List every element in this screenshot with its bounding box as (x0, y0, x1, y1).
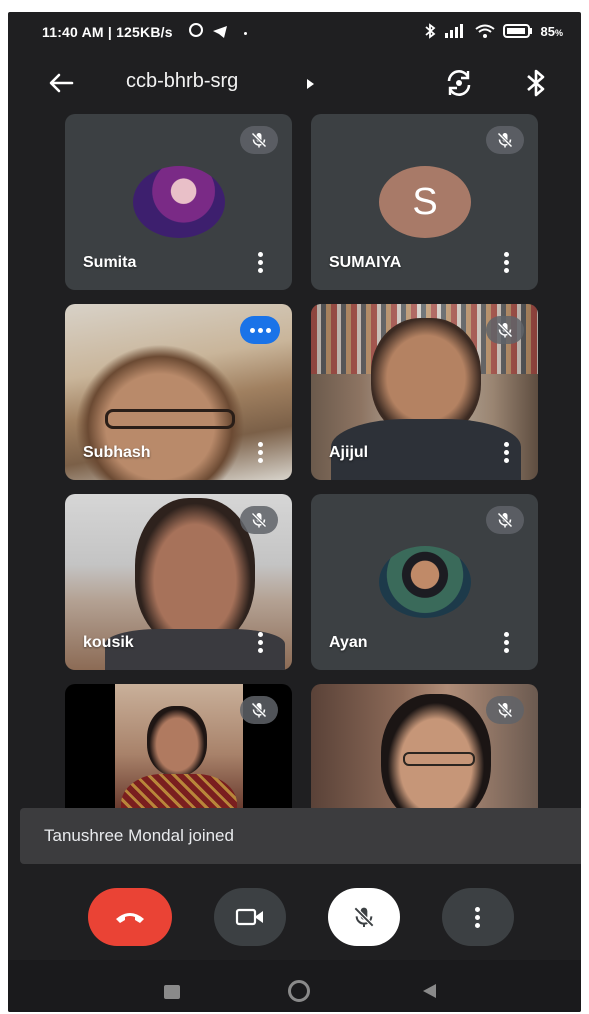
app-bar: ccb-bhrb-srg (8, 58, 581, 106)
meeting-code: ccb-bhrb-srg (126, 70, 239, 92)
mic-off-icon (486, 126, 524, 154)
video-feed (135, 498, 255, 648)
end-call-button[interactable] (88, 888, 172, 946)
switch-camera-icon[interactable] (444, 68, 474, 98)
back-button-icon[interactable] (420, 982, 438, 1000)
recents-button[interactable] (164, 985, 180, 999)
system-nav-bar (8, 960, 581, 1012)
camera-toggle-button[interactable] (214, 888, 286, 946)
notification-dot (244, 32, 247, 35)
avatar-initial: S (379, 166, 471, 238)
more-vert-icon[interactable] (504, 442, 510, 464)
more-vert-icon[interactable] (504, 252, 510, 274)
meet-screen: 11:40 AM | 125KB/s 85% ccb-bhrb-srg Sumi… (8, 12, 581, 1012)
wifi-icon (474, 24, 495, 38)
participant-name: kousik (83, 634, 134, 651)
battery-icon (502, 24, 532, 38)
more-vert-icon (475, 906, 481, 928)
participant-tile-ayan[interactable]: Ayan (311, 494, 538, 670)
join-toast: Tanushree Mondal joined (20, 808, 581, 864)
participant-name: Sumita (83, 254, 137, 271)
more-vert-icon[interactable] (258, 442, 264, 464)
avatar (133, 166, 225, 238)
status-bar: 11:40 AM | 125KB/s 85% (8, 12, 581, 54)
participant-name: SUMAIYA (329, 254, 402, 271)
mic-off-icon (353, 906, 375, 928)
more-vert-icon[interactable] (504, 632, 510, 654)
more-options-button[interactable] (442, 888, 514, 946)
participant-tile-ajijul[interactable]: Ajijul (311, 304, 538, 480)
more-vert-icon[interactable] (258, 632, 264, 654)
back-arrow-icon[interactable] (46, 68, 76, 98)
battery-level: 85% (540, 23, 563, 39)
participant-name: Subhash (83, 444, 151, 461)
video-camera-icon (235, 908, 263, 926)
participant-name: Ayan (329, 634, 368, 651)
mic-off-icon (486, 506, 524, 534)
whatsapp-icon (189, 23, 203, 37)
meeting-title-button[interactable]: ccb-bhrb-srg (126, 58, 326, 106)
bluetooth-status-icon (424, 23, 435, 39)
end-call-icon (116, 913, 144, 923)
mic-toggle-button[interactable] (328, 888, 400, 946)
participant-name: Ajijul (329, 444, 369, 461)
home-button[interactable] (288, 980, 310, 1002)
toast-message: Tanushree Mondal joined (44, 826, 234, 845)
mic-off-icon (486, 696, 524, 724)
speaking-indicator-icon (240, 316, 280, 344)
status-time: 11:40 AM | 125KB/s (42, 24, 173, 40)
mic-off-icon (240, 696, 278, 724)
participant-tile-sumita[interactable]: Sumita (65, 114, 292, 290)
bluetooth-audio-icon[interactable] (524, 68, 548, 98)
more-vert-icon[interactable] (258, 252, 264, 274)
glasses (403, 752, 475, 766)
mic-off-icon (240, 126, 278, 154)
mic-off-icon (240, 506, 278, 534)
glasses (105, 409, 235, 429)
status-right: 85% (423, 23, 563, 39)
participant-tile-kousik[interactable]: kousik (65, 494, 292, 670)
avatar (379, 546, 471, 618)
signal-icon (444, 24, 463, 38)
mic-off-icon (486, 316, 524, 344)
telegram-icon (213, 26, 227, 38)
participant-tile-sumaiya[interactable]: S SUMAIYA (311, 114, 538, 290)
participant-tile-subhash[interactable]: Subhash (65, 304, 292, 480)
caret-right-icon (307, 79, 314, 89)
